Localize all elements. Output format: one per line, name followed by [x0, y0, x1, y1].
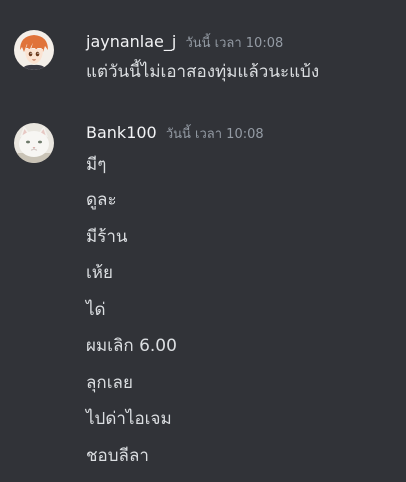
message-text: มีร้าน — [86, 227, 128, 247]
message-text: ดูละ — [86, 190, 117, 210]
message-text: ได่ — [86, 300, 106, 320]
white-cat-avatar-icon[interactable] — [14, 123, 54, 163]
timestamp: วันนี้ เวลา 10:08 — [165, 127, 264, 142]
message-text: ผมเลิก 6.00 — [86, 336, 177, 356]
message-header: jaynanlae_j วันนี้ เวลา 10:08 — [86, 31, 283, 53]
timestamp: วันนี้ เวลา 10:08 — [185, 36, 284, 51]
username[interactable]: Bank100 — [86, 123, 157, 142]
message-text: แต่วันนี้ไม่เอาสองทุ่มแล้วนะแบ้ง — [86, 62, 320, 82]
anime-boy-avatar-icon[interactable] — [14, 30, 54, 70]
message-text: ไปด่าไอเจม — [86, 409, 172, 429]
message-text: มีๆ — [86, 155, 107, 175]
message-text: เห้ย — [86, 263, 113, 283]
message-header: Bank100 วันนี้ เวลา 10:08 — [86, 122, 264, 144]
message-text: ชอบลีลา — [86, 446, 149, 466]
message-text: ลุกเลย — [86, 373, 133, 393]
username[interactable]: jaynanlae_j — [86, 32, 176, 51]
